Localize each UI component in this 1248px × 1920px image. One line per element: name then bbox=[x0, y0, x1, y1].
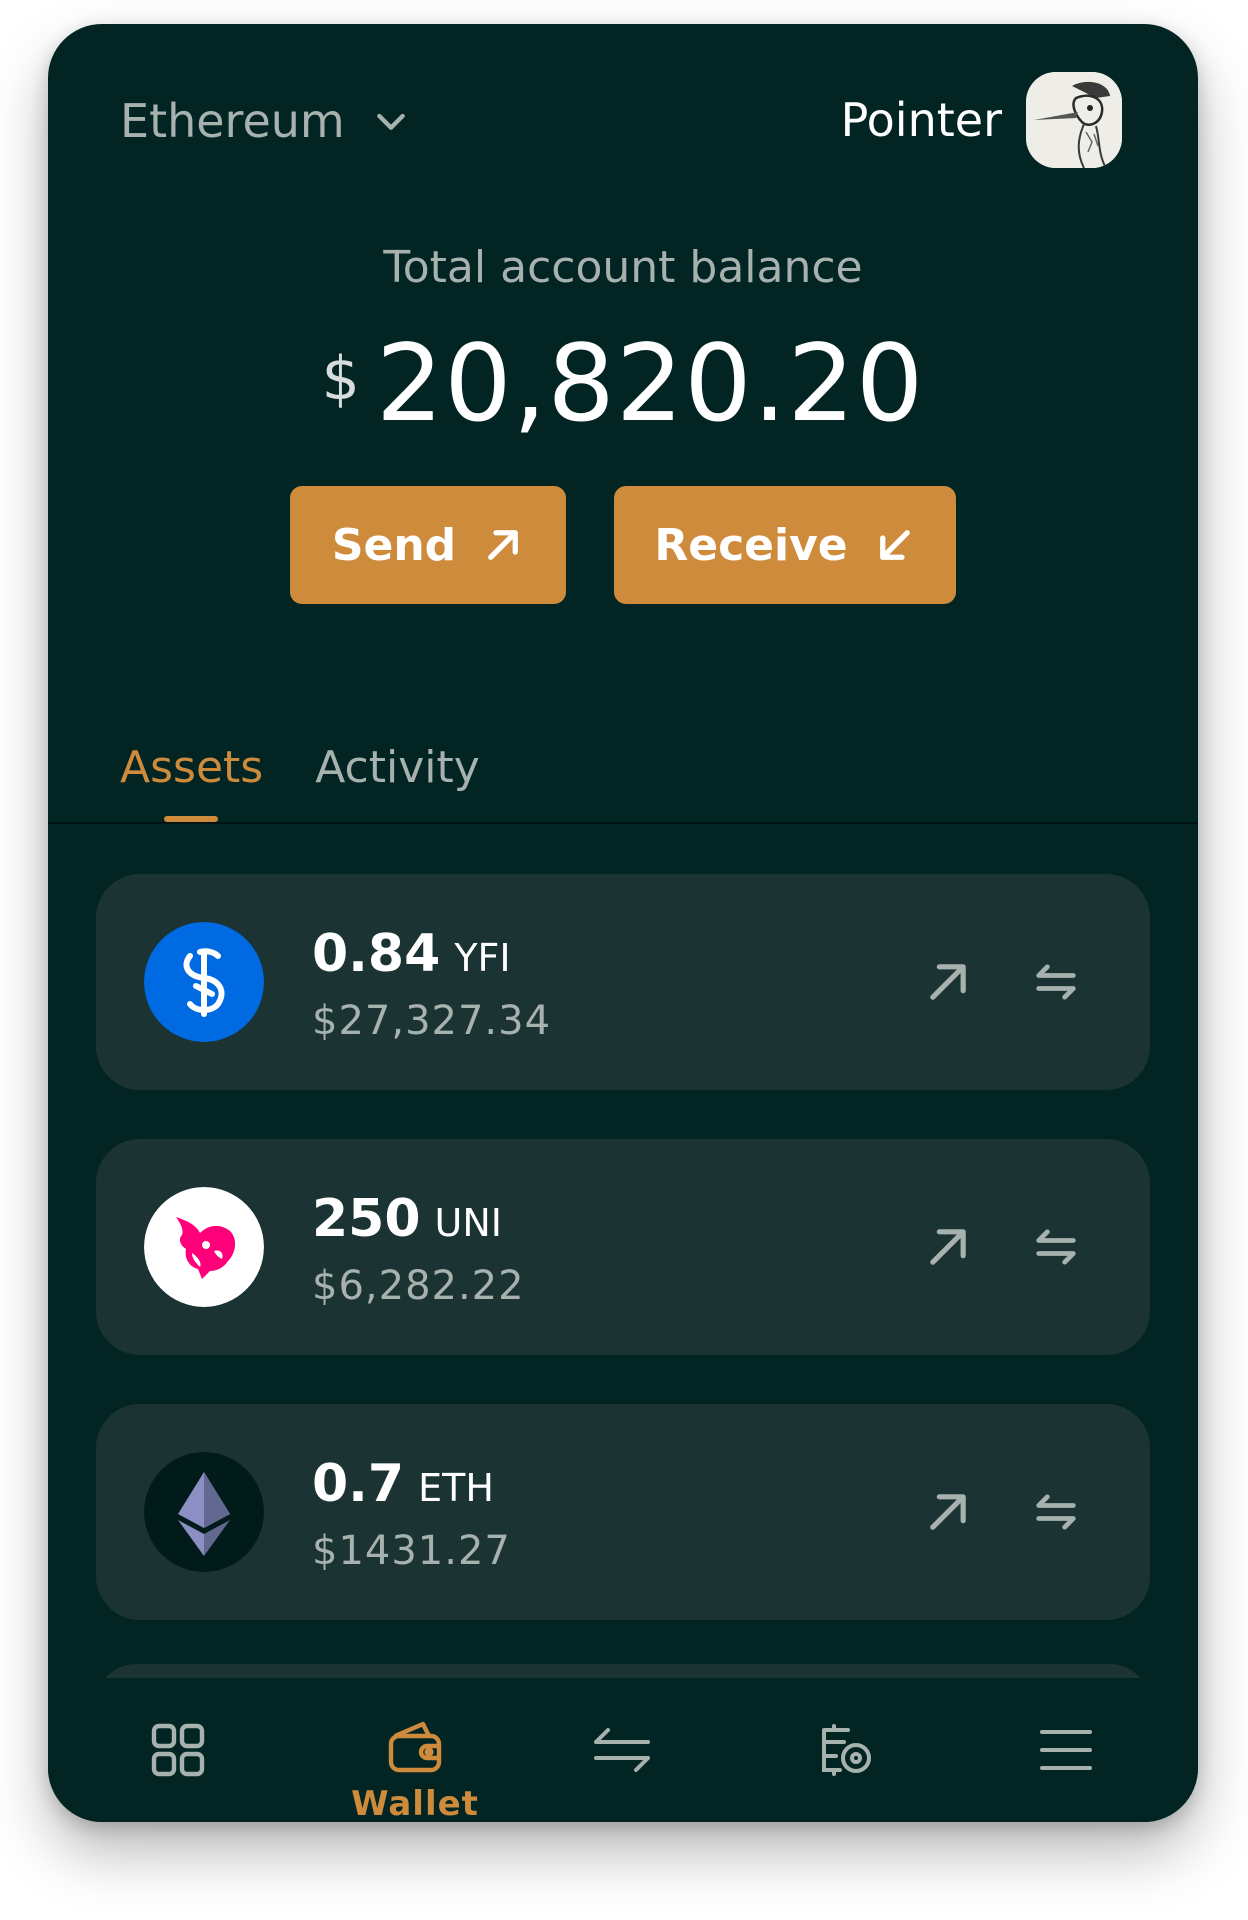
asset-symbol: ETH bbox=[418, 1466, 494, 1510]
grid-icon bbox=[151, 1723, 205, 1777]
yfi-token-icon bbox=[144, 922, 264, 1042]
asset-amount: 250 UNI bbox=[312, 1189, 502, 1249]
swap-icon bbox=[594, 1728, 650, 1772]
nav-menu[interactable] bbox=[1006, 1718, 1126, 1782]
send-button[interactable]: Send bbox=[290, 486, 566, 604]
tab-assets[interactable]: Assets bbox=[120, 742, 264, 822]
asset-row-eth[interactable]: 0.7 ETH $1431.27 bbox=[96, 1404, 1150, 1620]
arrow-up-right-icon bbox=[930, 1229, 966, 1265]
asset-amount: 0.7 ETH bbox=[312, 1454, 494, 1514]
asset-swap-button[interactable] bbox=[1030, 956, 1082, 1008]
asset-usd-value: $1431.27 bbox=[312, 1528, 511, 1574]
swap-arrows-icon bbox=[1036, 964, 1076, 1000]
asset-send-button[interactable] bbox=[922, 956, 974, 1008]
asset-swap-button[interactable] bbox=[1030, 1486, 1082, 1538]
currency-symbol: $ bbox=[321, 344, 360, 414]
nav-wallet-label: Wallet bbox=[351, 1784, 479, 1822]
nft-icon bbox=[822, 1724, 871, 1776]
asset-swap-button[interactable] bbox=[1030, 1221, 1082, 1273]
uni-token-icon bbox=[144, 1187, 264, 1307]
total-balance: $ 20,820.20 bbox=[48, 324, 1198, 444]
asset-quantity: 0.84 bbox=[312, 924, 441, 984]
bottom-nav: Wallet bbox=[48, 1678, 1198, 1822]
network-label: Ethereum bbox=[120, 94, 345, 148]
tab-activity-label: Activity bbox=[315, 742, 480, 793]
asset-usd-value: $27,327.34 bbox=[312, 998, 552, 1044]
tab-bar: Assets Activity bbox=[120, 742, 480, 822]
arrow-up-right-icon bbox=[930, 964, 966, 1000]
asset-symbol: UNI bbox=[434, 1201, 502, 1245]
asset-quantity: 0.7 bbox=[312, 1454, 405, 1514]
swap-arrows-icon bbox=[1036, 1494, 1076, 1530]
nav-swap[interactable] bbox=[562, 1718, 682, 1782]
nav-nft[interactable] bbox=[784, 1718, 904, 1782]
wallet-icon bbox=[388, 1721, 442, 1773]
avatar[interactable] bbox=[1026, 72, 1122, 168]
eth-token-icon bbox=[144, 1452, 264, 1572]
asset-quantity: 250 bbox=[312, 1189, 421, 1249]
receive-button-label: Receive bbox=[654, 519, 848, 571]
balance-label: Total account balance bbox=[383, 242, 863, 293]
bird-avatar-icon bbox=[1026, 72, 1122, 168]
tab-activity[interactable]: Activity bbox=[315, 742, 480, 793]
receive-button[interactable]: Receive bbox=[614, 486, 956, 604]
nav-dashboard[interactable] bbox=[118, 1718, 238, 1782]
account-switcher[interactable]: Pointer bbox=[841, 72, 1122, 168]
arrow-up-right-icon bbox=[488, 530, 519, 560]
arrow-up-right-icon bbox=[930, 1494, 966, 1530]
chevron-down-icon bbox=[376, 113, 405, 130]
balance-amount: 20,820.20 bbox=[375, 322, 925, 445]
account-name: Pointer bbox=[840, 93, 1002, 147]
tab-divider bbox=[48, 822, 1198, 824]
asset-send-button[interactable] bbox=[922, 1221, 974, 1273]
primary-actions: Send Receive bbox=[48, 486, 1198, 604]
asset-send-button[interactable] bbox=[922, 1486, 974, 1538]
asset-usd-value: $6,282.22 bbox=[312, 1263, 525, 1309]
nav-wallet[interactable]: Wallet bbox=[340, 1714, 490, 1822]
asset-row-yfi[interactable]: 0.84 YFI $27,327.34 bbox=[96, 874, 1150, 1090]
asset-amount: 0.84 YFI bbox=[312, 924, 511, 984]
swap-arrows-icon bbox=[1036, 1229, 1076, 1265]
asset-symbol: YFI bbox=[454, 936, 511, 980]
asset-row-uni[interactable]: 250 UNI $6,282.22 bbox=[96, 1139, 1150, 1355]
send-button-label: Send bbox=[331, 519, 457, 571]
network-selector[interactable]: Ethereum bbox=[120, 94, 411, 148]
menu-icon bbox=[1040, 1730, 1092, 1770]
tab-assets-label: Assets bbox=[120, 742, 264, 793]
arrow-down-left-icon bbox=[879, 530, 910, 560]
wallet-screen: Ethereum Pointer Total account balance $… bbox=[48, 24, 1198, 1822]
